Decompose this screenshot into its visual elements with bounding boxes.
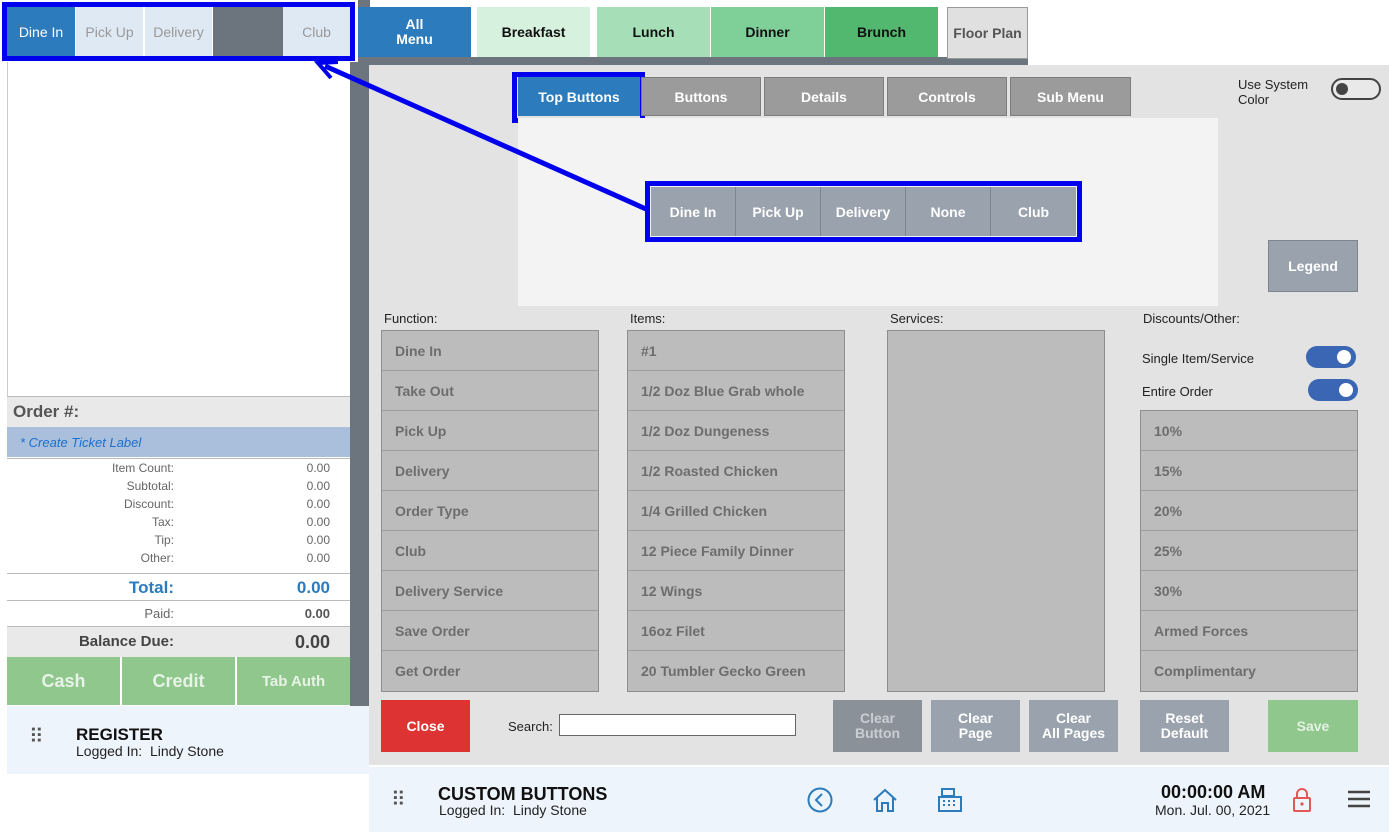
items-list-item-label: 1/2 Doz Blue Grab whole	[641, 382, 805, 399]
items-list-item-label: #1	[641, 342, 657, 359]
function-item-club[interactable]: Club	[382, 531, 598, 571]
function-item-label: Get Order	[395, 663, 461, 679]
function-item-label: Order Type	[395, 502, 469, 519]
function-item-label: Take Out	[395, 382, 454, 399]
items-list-item-label: 1/2 Doz Dungeness	[641, 422, 770, 439]
entire-order-toggle[interactable]	[1308, 379, 1358, 401]
close-button[interactable]: Close	[381, 700, 470, 752]
discount-item-armed-forces[interactable]: Armed Forces	[1141, 611, 1357, 651]
discount-item[interactable]: 25%	[1141, 531, 1357, 571]
items-list-item[interactable]: 20 Tumbler Gecko Green	[628, 651, 844, 691]
function-item-label: Pick Up	[395, 422, 447, 439]
items-list-item-label: 20 Tumbler Gecko Green	[641, 663, 806, 679]
reset-default-label: Reset Default	[1160, 710, 1209, 741]
function-header: Function:	[384, 311, 438, 326]
discount-item[interactable]: 10%	[1141, 411, 1357, 451]
legend-button-label: Legend	[1288, 258, 1338, 274]
clock-time: 00:00:00 AM	[1161, 782, 1266, 802]
discount-item-label: 20%	[1154, 502, 1183, 519]
function-item-label: Delivery Service	[395, 582, 504, 599]
items-list-item[interactable]: 16oz Filet	[628, 611, 844, 651]
clear-all-pages-label: Clear All Pages	[1041, 710, 1106, 741]
items-list: #1 1/2 Doz Blue Grab whole 1/2 Doz Dunge…	[627, 330, 845, 692]
back-icon[interactable]	[807, 787, 833, 813]
clear-page-button[interactable]: Clear Page	[931, 700, 1020, 752]
hamburger-menu-icon[interactable]	[1347, 789, 1371, 809]
single-item-service-toggle[interactable]	[1306, 346, 1356, 368]
cash-register-icon[interactable]	[936, 786, 964, 814]
clear-button-label: Clear Button	[854, 710, 901, 741]
clear-page-label: Clear Page	[957, 710, 994, 741]
discounts-header: Discounts/Other:	[1143, 311, 1240, 326]
single-item-toggle-knob	[1337, 350, 1351, 364]
items-list-item[interactable]: 1/2 Roasted Chicken	[628, 451, 844, 491]
close-button-label: Close	[406, 717, 445, 734]
legend-button[interactable]: Legend	[1268, 240, 1358, 292]
function-item-dine-in[interactable]: Dine In	[382, 331, 598, 371]
function-item-label: Save Order	[395, 622, 470, 639]
discounts-list: 10% 15% 20% 25% 30% Armed Forces Complim…	[1140, 410, 1358, 692]
items-list-item[interactable]: 12 Piece Family Dinner	[628, 531, 844, 571]
discount-item-label: 15%	[1154, 462, 1183, 479]
items-list-item-label: 16oz Filet	[641, 622, 705, 639]
discount-item-label: 30%	[1154, 582, 1183, 599]
grid-menu-icon[interactable]: ⠿	[391, 787, 406, 812]
function-item-label: Club	[395, 542, 427, 559]
items-list-item[interactable]: #1	[628, 331, 844, 371]
function-item-delivery[interactable]: Delivery	[382, 451, 598, 491]
items-list-item[interactable]: 1/2 Doz Blue Grab whole	[628, 371, 844, 411]
function-item-order-type[interactable]: Order Type	[382, 491, 598, 531]
status-logged-in: Logged In: Lindy Stone	[439, 802, 587, 818]
function-item-get-order[interactable]: Get Order	[382, 651, 598, 691]
services-list[interactable]	[887, 330, 1105, 692]
home-icon[interactable]	[871, 786, 899, 814]
function-item-take-out[interactable]: Take Out	[382, 371, 598, 411]
function-item-save-order[interactable]: Save Order	[382, 611, 598, 651]
clock-date: Mon. Jul. 00, 2021	[1155, 802, 1271, 818]
single-item-service-label: Single Item/Service	[1142, 351, 1254, 366]
items-list-item[interactable]: 12 Wings	[628, 571, 844, 611]
reset-default-button[interactable]: Reset Default	[1140, 700, 1229, 752]
discount-item[interactable]: 20%	[1141, 491, 1357, 531]
entire-order-label: Entire Order	[1142, 384, 1213, 399]
function-item-pick-up[interactable]: Pick Up	[382, 411, 598, 451]
items-list-item-label: 12 Wings	[641, 582, 703, 599]
discount-item-label: Complimentary	[1154, 663, 1256, 679]
discount-item-label: 25%	[1154, 542, 1183, 559]
discount-item-label: Armed Forces	[1154, 622, 1249, 639]
items-list-item[interactable]: 1/2 Doz Dungeness	[628, 411, 844, 451]
discount-item[interactable]: 30%	[1141, 571, 1357, 611]
save-button[interactable]: Save	[1268, 700, 1358, 752]
items-list-item-label: 12 Piece Family Dinner	[641, 542, 794, 559]
custom-buttons-status-bar: ⠿ CUSTOM BUTTONS Logged In: Lindy Stone …	[369, 767, 1389, 832]
items-list-item-label: 1/4 Grilled Chicken	[641, 502, 768, 519]
function-item-label: Dine In	[395, 342, 442, 359]
search-label: Search:	[508, 719, 553, 734]
entire-order-toggle-knob	[1339, 383, 1353, 397]
lock-icon[interactable]	[1291, 786, 1313, 814]
items-header: Items:	[630, 311, 666, 326]
function-item-label: Delivery	[395, 462, 450, 479]
discount-item-label: 10%	[1154, 422, 1183, 439]
save-button-label: Save	[1296, 717, 1330, 734]
clear-all-pages-button[interactable]: Clear All Pages	[1029, 700, 1118, 752]
discount-item-complimentary[interactable]: Complimentary	[1141, 651, 1357, 691]
services-header: Services:	[890, 311, 944, 326]
items-list-item[interactable]: 1/4 Grilled Chicken	[628, 491, 844, 531]
clear-button-button[interactable]: Clear Button	[833, 700, 922, 752]
function-item-delivery-service[interactable]: Delivery Service	[382, 571, 598, 611]
function-list: Dine In Take Out Pick Up Delivery Order …	[381, 330, 599, 692]
search-input[interactable]	[559, 714, 796, 736]
discount-item[interactable]: 15%	[1141, 451, 1357, 491]
items-list-item-label: 1/2 Roasted Chicken	[641, 462, 778, 479]
